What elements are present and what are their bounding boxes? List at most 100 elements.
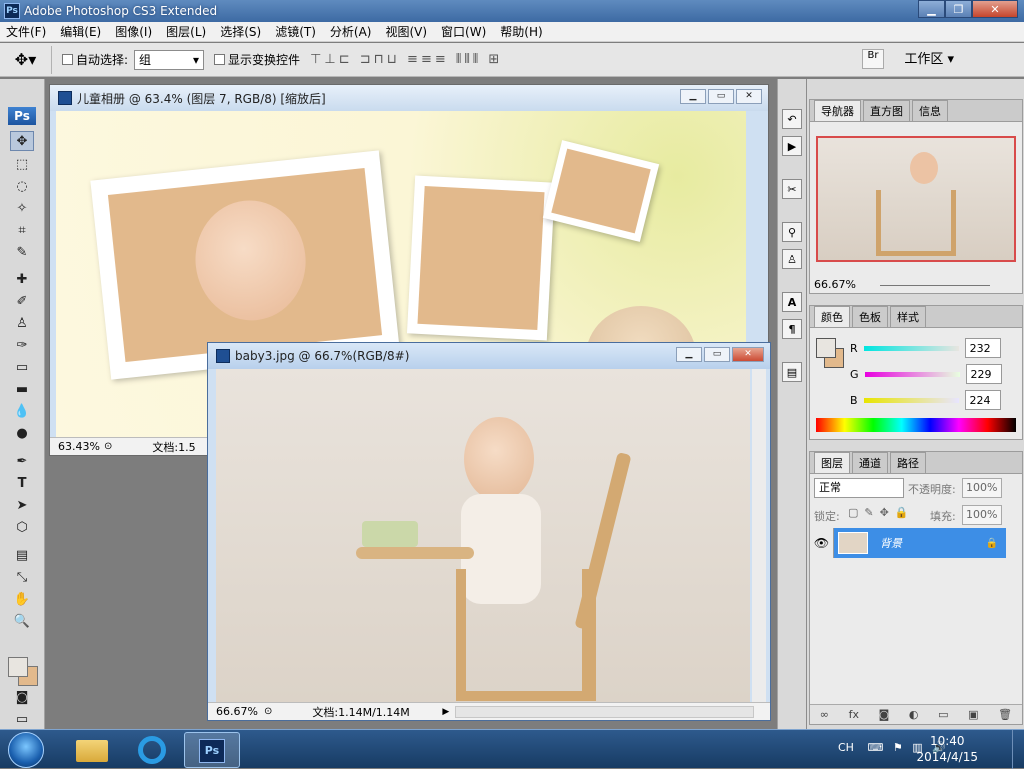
green-value[interactable]: 229 bbox=[965, 364, 1002, 384]
link-layers-icon[interactable]: ∞ bbox=[820, 708, 829, 721]
shape-tool-icon[interactable]: ⬡ bbox=[10, 517, 34, 537]
move-tool-icon[interactable]: ✥ bbox=[10, 131, 34, 151]
close-button[interactable]: ✕ bbox=[972, 0, 1018, 18]
status-menu-arrow-icon[interactable]: ▶ bbox=[442, 707, 449, 717]
menu-view[interactable]: 视图(V) bbox=[385, 23, 427, 40]
align-icons[interactable]: ⊤⊥⊏ ⊐⊓⊔ ≡≡≡ ⫴⫴⫴ ⊞ bbox=[310, 52, 502, 67]
adjustment-layer-icon[interactable]: ◐ bbox=[909, 708, 919, 721]
lasso-tool-icon[interactable]: ◌ bbox=[10, 176, 34, 196]
brushes-panel-icon[interactable]: ⚲ bbox=[782, 222, 802, 242]
menu-select[interactable]: 选择(S) bbox=[220, 23, 261, 40]
screen-mode-icon[interactable]: ▭ bbox=[10, 709, 34, 729]
blue-value[interactable]: 224 bbox=[964, 390, 1001, 410]
blend-mode-dropdown[interactable]: 正常 bbox=[814, 478, 904, 498]
menu-window[interactable]: 窗口(W) bbox=[441, 23, 486, 40]
workspace-menu[interactable]: 工作区 ▾ bbox=[904, 48, 954, 67]
delete-layer-icon[interactable]: 🗑 bbox=[998, 708, 1012, 721]
menu-file[interactable]: 文件(F) bbox=[6, 23, 46, 40]
navigator-preview[interactable] bbox=[816, 136, 1016, 262]
start-button[interactable] bbox=[8, 732, 44, 768]
status-info-icon[interactable]: ⊙ bbox=[104, 441, 112, 452]
lock-icons[interactable]: ▢✎✥🔒 bbox=[848, 506, 915, 519]
layer-comps-icon[interactable]: ▤ bbox=[782, 362, 802, 382]
menu-help[interactable]: 帮助(H) bbox=[500, 23, 542, 40]
clone-stamp-icon[interactable]: ♙ bbox=[10, 313, 34, 333]
ie-taskbar-icon[interactable] bbox=[124, 732, 180, 768]
menu-layer[interactable]: 图层(L) bbox=[166, 23, 206, 40]
document-window-baby3[interactable]: baby3.jpg @ 66.7%(RGB/8#) ▁ ▭ ✕ 66.67% ⊙… bbox=[207, 342, 771, 721]
red-value[interactable]: 232 bbox=[964, 338, 1001, 358]
tab-color[interactable]: 颜色 bbox=[814, 306, 850, 327]
show-transform-checkbox[interactable] bbox=[214, 54, 226, 65]
tab-layers[interactable]: 图层 bbox=[814, 452, 850, 473]
input-language[interactable]: CH bbox=[838, 741, 854, 754]
doc-minimize-button[interactable]: ▁ bbox=[676, 347, 702, 362]
layer-row-background[interactable]: 👁 背景 🔒 bbox=[810, 528, 1006, 558]
layer-name[interactable]: 背景 bbox=[880, 535, 902, 551]
path-select-icon[interactable]: ➤ bbox=[10, 495, 34, 515]
auto-select-dropdown[interactable]: 组 bbox=[134, 49, 205, 70]
menu-filter[interactable]: 滤镜(T) bbox=[275, 23, 316, 40]
gradient-tool-icon[interactable]: ▬ bbox=[10, 379, 34, 399]
green-slider[interactable] bbox=[864, 371, 960, 377]
show-desktop-button[interactable] bbox=[1012, 730, 1024, 769]
history-brush-icon[interactable]: ✑ bbox=[10, 335, 34, 355]
flag-icon[interactable]: ⚑ bbox=[893, 741, 903, 754]
layer-style-icon[interactable]: fx bbox=[849, 708, 859, 721]
vertical-scrollbar[interactable] bbox=[752, 369, 766, 702]
clone-source-icon[interactable]: ♙ bbox=[782, 249, 802, 269]
horizontal-scrollbar[interactable] bbox=[455, 705, 754, 718]
pen-tool-icon[interactable]: ✒ bbox=[10, 451, 34, 471]
tab-styles[interactable]: 样式 bbox=[890, 306, 926, 327]
blur-tool-icon[interactable]: 💧 bbox=[10, 401, 34, 421]
photoshop-taskbar-icon[interactable]: Ps bbox=[184, 732, 240, 768]
tab-navigator[interactable]: 导航器 bbox=[814, 100, 861, 121]
red-slider[interactable] bbox=[863, 345, 959, 351]
opacity-field[interactable]: 100% bbox=[962, 478, 1002, 498]
explorer-taskbar-icon[interactable] bbox=[64, 732, 120, 768]
eraser-tool-icon[interactable]: ▭ bbox=[10, 357, 34, 377]
navigator-zoom[interactable]: 66.67% bbox=[814, 278, 856, 291]
tab-histogram[interactable]: 直方图 bbox=[863, 100, 910, 121]
bridge-icon[interactable]: Br bbox=[862, 49, 884, 69]
layer-mask-icon[interactable]: ◙ bbox=[879, 708, 890, 721]
crop-tool-icon[interactable]: ⌗ bbox=[10, 220, 34, 240]
healing-brush-icon[interactable]: ✚ bbox=[10, 269, 34, 289]
marquee-tool-icon[interactable]: ⬚ bbox=[10, 154, 34, 174]
doc-maximize-button[interactable]: ▭ bbox=[704, 347, 730, 362]
character-panel-icon[interactable]: A bbox=[782, 292, 802, 312]
hand-tool-icon[interactable]: ✋ bbox=[10, 589, 34, 609]
tab-info[interactable]: 信息 bbox=[912, 100, 948, 121]
menu-edit[interactable]: 编辑(E) bbox=[60, 23, 101, 40]
menu-image[interactable]: 图像(I) bbox=[115, 23, 152, 40]
foreground-color-swatch[interactable] bbox=[8, 657, 28, 677]
paragraph-panel-icon[interactable]: ¶ bbox=[782, 319, 802, 339]
zoom-tool-icon[interactable]: 🔍 bbox=[10, 611, 34, 631]
slice-tool-icon[interactable]: ✎ bbox=[10, 242, 34, 262]
color-spectrum-bar[interactable] bbox=[816, 418, 1016, 432]
tab-channels[interactable]: 通道 bbox=[852, 452, 888, 473]
doc-close-button[interactable]: ✕ bbox=[732, 347, 764, 362]
tool-presets-icon[interactable]: ✂ bbox=[782, 179, 802, 199]
taskbar-clock[interactable]: 10:40 2014/4/15 bbox=[916, 733, 978, 765]
quick-mask-icon[interactable]: ◙ bbox=[10, 687, 34, 707]
type-tool-icon[interactable]: T bbox=[10, 473, 34, 493]
magic-wand-icon[interactable]: ✧ bbox=[10, 198, 34, 218]
brush-tool-icon[interactable]: ✐ bbox=[10, 291, 34, 311]
eyedropper-icon[interactable]: ⤡ bbox=[10, 567, 34, 587]
history-panel-icon[interactable]: ↶ bbox=[782, 109, 802, 129]
move-tool-preset-icon[interactable]: ✥▾ bbox=[0, 45, 52, 74]
zoom-level[interactable]: 66.67% bbox=[208, 705, 260, 718]
foreground-color-swatch[interactable] bbox=[816, 338, 836, 358]
new-layer-icon[interactable]: ▣ bbox=[968, 708, 978, 721]
blue-slider[interactable] bbox=[863, 397, 959, 403]
doc-close-button[interactable]: ✕ bbox=[736, 89, 762, 104]
dodge-tool-icon[interactable]: ● bbox=[10, 423, 34, 443]
auto-select-checkbox[interactable] bbox=[62, 54, 73, 65]
maximize-button[interactable]: ❐ bbox=[945, 0, 972, 18]
keyboard-icon[interactable]: ⌨ bbox=[867, 741, 883, 754]
doc-maximize-button[interactable]: ▭ bbox=[708, 89, 734, 104]
actions-panel-icon[interactable]: ▶ bbox=[782, 136, 802, 156]
notes-tool-icon[interactable]: ▤ bbox=[10, 545, 34, 565]
photo-canvas[interactable] bbox=[216, 369, 750, 702]
